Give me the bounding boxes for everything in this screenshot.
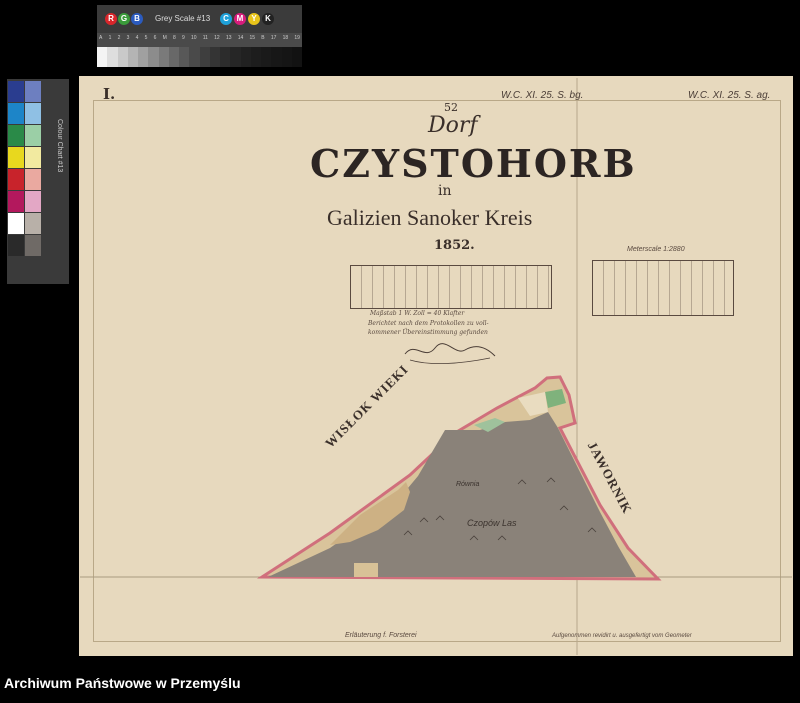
village-title: CZYSTOHORB xyxy=(310,141,637,186)
place-label-rownia: Równia xyxy=(456,481,480,488)
archive-caption: Archiwum Państwowe w Przemyślu xyxy=(4,675,241,691)
in-word: in xyxy=(438,183,452,199)
scale-bar-meter-caption: Meterscale 1:2880 xyxy=(627,246,685,253)
forest-parcel xyxy=(268,412,636,577)
footer-note-left: Erläuterung f. Forsterei xyxy=(345,632,417,639)
sheet-number: I. xyxy=(103,85,116,103)
footer-note-right: Aufgenommen revidirt u. ausgefertigt vom… xyxy=(552,633,692,639)
year-label: 1852. xyxy=(434,238,475,253)
scale-bar-klafter xyxy=(350,265,552,309)
place-label-forest: Czopów Las xyxy=(467,518,517,528)
small-parcel xyxy=(354,563,378,577)
dorf-heading: Dorf xyxy=(428,113,478,138)
note-line-2: Berichtet nach dem Protokollen zu voll- xyxy=(368,320,489,327)
signature-flourish xyxy=(404,343,496,365)
sheet-reference-right: W.C. XI. 25. S. ag. xyxy=(688,90,771,101)
region-title: Galizien Sanoker Kreis xyxy=(327,205,533,230)
note-line-1: Maßstab 1 W. Zoll = 40 Klafter xyxy=(370,310,465,317)
sheet-reference-left: W.C. XI. 25. S. bg. xyxy=(501,90,584,101)
note-line-3: kommener Übereinstimmung gefunden xyxy=(368,329,488,336)
scale-bar-meter xyxy=(592,260,734,316)
